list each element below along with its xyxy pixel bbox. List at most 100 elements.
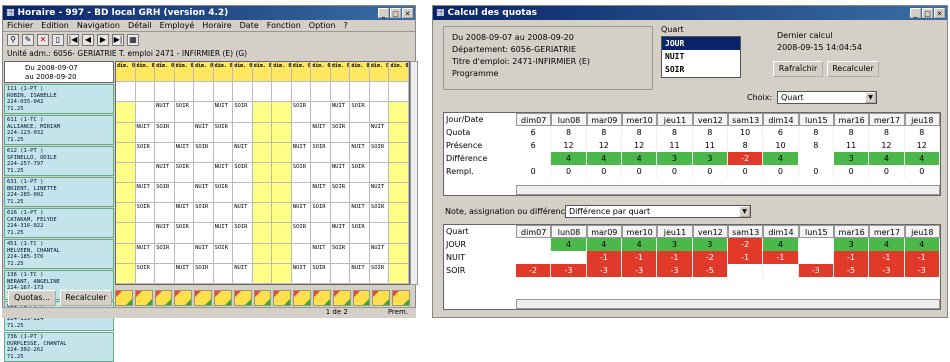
schedule-cell[interactable] bbox=[252, 162, 273, 184]
schedule-cell[interactable]: SOIR bbox=[194, 142, 214, 163]
schedule-cell[interactable] bbox=[135, 102, 156, 123]
schedule-cell[interactable]: NUIT bbox=[330, 102, 351, 123]
quart-item-nuit[interactable]: NUIT bbox=[662, 50, 740, 63]
minimize-button[interactable]: _ bbox=[910, 8, 921, 18]
schedule-cell[interactable]: NUIT bbox=[330, 162, 351, 184]
schedule-cell[interactable]: SOIR bbox=[194, 263, 214, 284]
quota-grid-scrollbar[interactable] bbox=[516, 185, 940, 195]
schedule-cell[interactable]: SOIR bbox=[213, 183, 234, 204]
schedule-cell[interactable]: NUIT bbox=[155, 162, 175, 184]
employee-row[interactable]: 616 (1-PT ) CATAKAM, FELYDE 224-316-022 71.… bbox=[4, 208, 114, 238]
schedule-cell[interactable] bbox=[350, 122, 370, 143]
refresh-button[interactable]: Rafraîchir bbox=[773, 61, 823, 77]
employee-row[interactable]: 612 (1-PT ) SPINELLO, ODILE 224-257-797 71.… bbox=[4, 146, 114, 176]
employee-row[interactable]: 451 (1-TC ) HELVEEN, CHANTAL 224-185-376 71… bbox=[4, 239, 114, 269]
schedule-cell[interactable] bbox=[272, 183, 292, 204]
schedule-cell[interactable]: SOIR bbox=[350, 223, 370, 244]
schedule-cell[interactable]: NUIT bbox=[369, 122, 390, 143]
schedule-cell[interactable] bbox=[311, 82, 331, 103]
schedule-cell[interactable] bbox=[311, 162, 331, 184]
grid-icon[interactable]: ▦ bbox=[127, 34, 139, 46]
schedule-cell[interactable]: NUIT bbox=[233, 203, 253, 224]
schedule-cell[interactable] bbox=[311, 102, 331, 123]
schedule-cell[interactable]: SOIR bbox=[330, 243, 351, 264]
schedule-cell[interactable]: NUIT bbox=[174, 263, 195, 284]
schedule-cell[interactable]: SOIR bbox=[350, 162, 370, 184]
schedule-cell[interactable]: SOIR bbox=[135, 203, 156, 224]
schedule-cell[interactable]: NUIT bbox=[350, 142, 370, 163]
schedule-cell[interactable] bbox=[116, 183, 136, 204]
schedule-cell[interactable] bbox=[233, 82, 253, 103]
schedule-cell[interactable] bbox=[272, 203, 292, 224]
schedule-cell[interactable] bbox=[389, 223, 409, 244]
schedule-cell[interactable] bbox=[116, 102, 136, 123]
schedule-cell[interactable]: SOIR bbox=[174, 162, 195, 184]
schedule-cell[interactable]: NUIT bbox=[155, 223, 175, 244]
schedule-cell[interactable]: SOIR bbox=[233, 102, 253, 123]
schedule-cell[interactable] bbox=[116, 263, 136, 284]
schedule-cell[interactable] bbox=[272, 263, 292, 284]
schedule-cell[interactable] bbox=[369, 102, 390, 123]
schedule-cell[interactable] bbox=[194, 162, 214, 184]
schedule-cell[interactable] bbox=[116, 203, 136, 224]
quotas-button[interactable]: Quotas... bbox=[8, 290, 56, 306]
menu-item-4[interactable]: Employé bbox=[160, 21, 195, 30]
schedule-cell[interactable]: NUIT bbox=[233, 142, 253, 163]
schedule-cell[interactable]: NUIT bbox=[291, 142, 312, 163]
menu-item-2[interactable]: Navigation bbox=[77, 21, 120, 30]
schedule-cell[interactable] bbox=[291, 122, 312, 143]
employee-row[interactable]: 611 (1-TC ) ALLIANCE, MIRIAM 224-123-032 71… bbox=[4, 115, 114, 145]
schedule-cell[interactable] bbox=[135, 82, 156, 103]
schedule-cell[interactable] bbox=[369, 82, 390, 103]
schedule-cell[interactable] bbox=[252, 243, 273, 264]
schedule-cell[interactable]: NUIT bbox=[213, 223, 234, 244]
schedule-cell[interactable] bbox=[252, 223, 273, 244]
schedule-cell[interactable] bbox=[272, 162, 292, 184]
schedule-cell[interactable]: NUIT bbox=[311, 122, 331, 143]
close-button[interactable]: ✕ bbox=[402, 8, 413, 18]
schedule-cell[interactable]: SOIR bbox=[330, 122, 351, 143]
schedule-cell[interactable]: NUIT bbox=[135, 122, 156, 143]
schedule-cell[interactable] bbox=[233, 243, 253, 264]
schedule-cell[interactable] bbox=[194, 82, 214, 103]
schedule-cell[interactable] bbox=[389, 142, 409, 163]
schedule-cell[interactable]: SOIR bbox=[233, 223, 253, 244]
schedule-cell[interactable] bbox=[272, 223, 292, 244]
quart-item-soir[interactable]: SOIR bbox=[662, 63, 740, 76]
schedule-cell[interactable]: NUIT bbox=[291, 263, 312, 284]
menu-item-8[interactable]: Option bbox=[309, 21, 336, 30]
schedule-cell[interactable]: SOIR bbox=[155, 243, 175, 264]
menu-item-9[interactable]: ? bbox=[343, 21, 347, 30]
schedule-cell[interactable]: SOIR bbox=[194, 203, 214, 224]
next-icon[interactable]: ▶ bbox=[97, 34, 109, 46]
schedule-cell[interactable]: NUIT bbox=[194, 183, 214, 204]
schedule-cell[interactable] bbox=[116, 142, 136, 163]
schedule-cell[interactable] bbox=[369, 162, 390, 184]
schedule-cell[interactable] bbox=[389, 82, 409, 103]
delete-icon[interactable]: ✕ bbox=[37, 34, 49, 46]
schedule-cell[interactable] bbox=[135, 162, 156, 184]
minimize-button[interactable]: _ bbox=[378, 8, 389, 18]
schedule-cell[interactable] bbox=[135, 223, 156, 244]
schedule-cell[interactable]: SOIR bbox=[213, 122, 234, 143]
schedule-cell[interactable] bbox=[233, 122, 253, 143]
schedule-cell[interactable]: SOIR bbox=[135, 263, 156, 284]
schedule-cell[interactable] bbox=[116, 223, 136, 244]
schedule-cell[interactable] bbox=[272, 142, 292, 163]
schedule-cell[interactable] bbox=[174, 183, 195, 204]
schedule-cell[interactable] bbox=[155, 142, 175, 163]
schedule-cell[interactable] bbox=[272, 82, 292, 103]
schedule-cell[interactable] bbox=[389, 243, 409, 264]
menu-item-7[interactable]: Fonction bbox=[267, 21, 301, 30]
schedule-cell[interactable] bbox=[272, 122, 292, 143]
schedule-cell[interactable] bbox=[291, 243, 312, 264]
schedule-cell[interactable]: SOIR bbox=[174, 102, 195, 123]
schedule-cell[interactable]: NUIT bbox=[350, 203, 370, 224]
schedule-cell[interactable] bbox=[252, 102, 273, 123]
schedule-cell[interactable] bbox=[252, 122, 273, 143]
binoculars-icon[interactable]: ⚲ bbox=[7, 34, 19, 46]
schedule-cell[interactable] bbox=[155, 82, 175, 103]
employee-row[interactable]: 111 (1-PT ) ROBIN, ISABELLE 224-035-042 71.… bbox=[4, 84, 114, 114]
schedule-cell[interactable] bbox=[350, 82, 370, 103]
schedule-cell[interactable] bbox=[213, 203, 234, 224]
